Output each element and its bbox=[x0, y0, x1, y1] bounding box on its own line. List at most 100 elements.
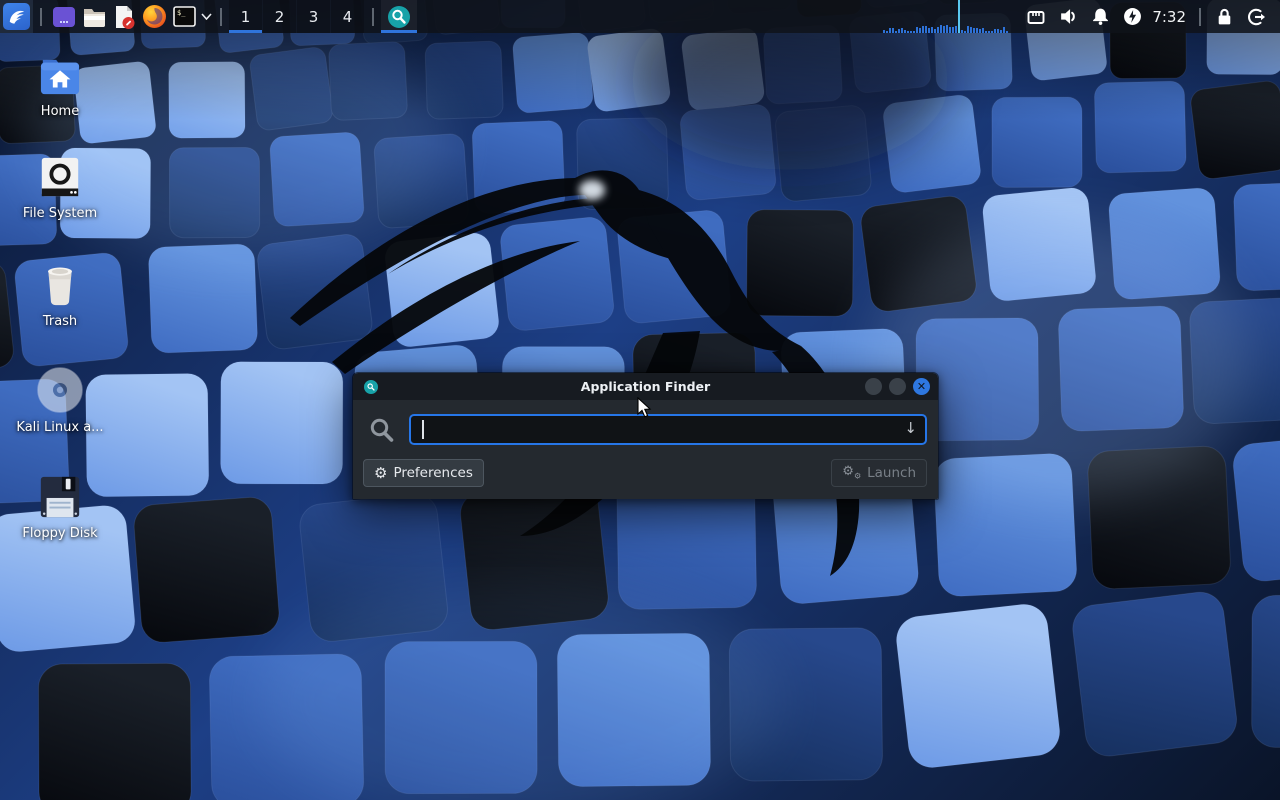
desktop-icon-file-system[interactable]: File System bbox=[8, 154, 112, 221]
cpu-bar bbox=[964, 31, 966, 33]
search-input[interactable] bbox=[409, 414, 927, 445]
workspace-3-label: 3 bbox=[309, 8, 319, 26]
cpu-bar bbox=[907, 31, 909, 33]
cpu-bar bbox=[955, 26, 957, 33]
home-folder-icon bbox=[8, 56, 112, 98]
preferences-button[interactable]: ⚙ Preferences bbox=[363, 459, 484, 487]
launcher-file-manager[interactable] bbox=[79, 2, 109, 32]
cpu-bar bbox=[925, 26, 927, 33]
cpu-bar bbox=[988, 31, 990, 33]
search-icon bbox=[368, 416, 396, 444]
cpu-bar bbox=[973, 28, 975, 33]
desktop-icon-kali-linux[interactable]: Kali Linux a... bbox=[8, 366, 112, 435]
cpu-bar bbox=[928, 28, 930, 33]
close-button[interactable]: ✕ bbox=[913, 378, 930, 395]
launch-button-label: Launch bbox=[867, 465, 916, 481]
workspace-1-label: 1 bbox=[241, 8, 251, 26]
launcher-text-editor[interactable] bbox=[109, 2, 139, 32]
cpu-bar bbox=[994, 29, 996, 33]
window-title: Application Finder bbox=[353, 379, 938, 394]
cpu-bar bbox=[904, 30, 906, 33]
disc-icon bbox=[8, 366, 112, 414]
cpu-bar bbox=[970, 27, 972, 33]
kali-dragon-icon bbox=[3, 3, 30, 30]
cpu-bar bbox=[892, 28, 894, 33]
notifications-bell-icon[interactable] bbox=[1089, 0, 1111, 33]
desktop-icon-label: Floppy Disk bbox=[8, 526, 112, 541]
cpu-bar bbox=[883, 30, 885, 33]
terminal-icon: $_ bbox=[172, 4, 197, 29]
desktop-icon-label: File System bbox=[8, 206, 112, 221]
launch-button[interactable]: ⚙⚙ Launch bbox=[831, 459, 927, 487]
volume-icon[interactable] bbox=[1057, 0, 1079, 33]
taskbar-application-finder[interactable] bbox=[381, 0, 417, 33]
workspace-4-label: 4 bbox=[343, 8, 353, 26]
cpu-bar bbox=[910, 31, 912, 33]
cpu-bar bbox=[886, 31, 888, 33]
magnifier-icon bbox=[386, 4, 412, 30]
chevron-down-icon bbox=[201, 13, 212, 20]
desktop-icon-trash[interactable]: Trash bbox=[8, 260, 112, 329]
cpu-bar bbox=[943, 26, 945, 33]
panel-separator bbox=[372, 8, 374, 26]
cpu-graph-widget[interactable] bbox=[883, 0, 1010, 33]
workspace-1[interactable]: 1 bbox=[229, 0, 262, 33]
launcher-app-window[interactable] bbox=[49, 2, 79, 32]
panel-separator bbox=[1199, 8, 1201, 26]
trash-icon bbox=[8, 260, 112, 308]
kali-menu-button[interactable] bbox=[0, 0, 33, 33]
panel-clock[interactable]: 7:32 bbox=[1152, 8, 1186, 26]
power-manager-icon[interactable] bbox=[1121, 0, 1143, 33]
firefox-icon bbox=[141, 3, 168, 30]
desktop-icon-label: Kali Linux a... bbox=[8, 420, 112, 435]
document-edit-icon bbox=[111, 4, 137, 30]
window-magnifier-icon bbox=[364, 380, 378, 394]
cpu-bar bbox=[967, 26, 969, 33]
cpu-bar bbox=[901, 28, 903, 33]
lock-icon[interactable] bbox=[1213, 0, 1235, 33]
cpu-bar bbox=[982, 28, 984, 33]
network-icon[interactable] bbox=[1025, 0, 1047, 33]
cpu-bar bbox=[934, 29, 936, 33]
workspace-2-label: 2 bbox=[275, 8, 285, 26]
titlebar[interactable]: Application Finder ✕ bbox=[353, 373, 938, 400]
minimize-button[interactable] bbox=[865, 378, 882, 395]
cpu-bar bbox=[913, 31, 915, 33]
cpu-bar bbox=[889, 28, 891, 33]
panel-separator bbox=[40, 8, 42, 26]
launcher-terminal[interactable]: $_ bbox=[169, 2, 199, 32]
folder-icon bbox=[81, 3, 108, 30]
purple-window-icon bbox=[51, 4, 77, 30]
workspace-4[interactable]: 4 bbox=[331, 0, 364, 33]
cpu-bar bbox=[958, 0, 960, 33]
workspace-3[interactable]: 3 bbox=[297, 0, 330, 33]
cpu-bar bbox=[997, 29, 999, 33]
logout-icon[interactable] bbox=[1245, 0, 1267, 33]
cpu-bar bbox=[976, 28, 978, 33]
desktop-icon-home[interactable]: Home bbox=[8, 56, 112, 119]
cpu-bar bbox=[946, 25, 948, 33]
cpu-bar bbox=[940, 25, 942, 33]
text-caret bbox=[422, 420, 424, 439]
launcher-web-browser[interactable] bbox=[139, 2, 169, 32]
cpu-bar bbox=[1000, 30, 1002, 33]
cpu-bar bbox=[937, 27, 939, 33]
cpu-bar bbox=[952, 27, 954, 33]
hard-drive-icon bbox=[8, 154, 112, 200]
desktop-icon-floppy-disk[interactable]: Floppy Disk bbox=[8, 474, 112, 541]
gear-icon: ⚙ bbox=[374, 466, 387, 481]
cpu-bar bbox=[1003, 27, 1005, 33]
maximize-button[interactable] bbox=[889, 378, 906, 395]
cpu-bar bbox=[1006, 31, 1008, 33]
launcher-dropdown[interactable] bbox=[199, 2, 213, 32]
cpu-bar bbox=[916, 27, 918, 33]
workspace-2[interactable]: 2 bbox=[263, 0, 296, 33]
cpu-bar bbox=[985, 31, 987, 33]
preferences-button-label: Preferences bbox=[393, 465, 472, 481]
panel-separator bbox=[220, 8, 222, 26]
svg-text:$_: $_ bbox=[177, 9, 186, 17]
cpu-bar bbox=[961, 30, 963, 33]
cpu-bar bbox=[949, 27, 951, 33]
cpu-bar bbox=[931, 27, 933, 33]
top-panel: $_ 1 2 3 4 bbox=[0, 0, 1280, 33]
